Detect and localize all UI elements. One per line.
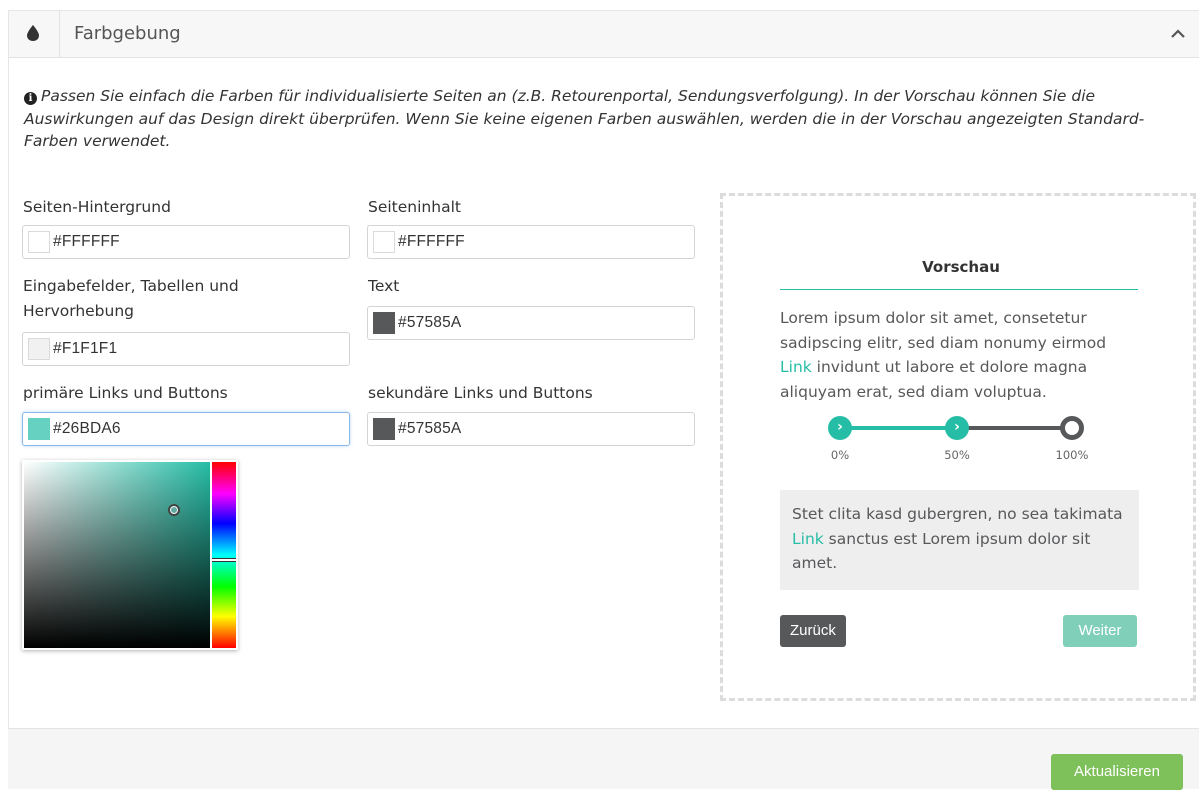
preview-text: Lorem ipsum dolor sit amet, consetetur s… (780, 306, 1110, 404)
text-color-swatch[interactable] (373, 312, 395, 334)
progress-step-100-circle-icon (1060, 416, 1084, 440)
back-button[interactable]: Zurück (780, 615, 846, 647)
panel-footer: Aktualisieren (8, 728, 1199, 790)
saturation-value-area[interactable] (24, 462, 210, 648)
inputs-tables-label-line1: Eingabefelder, Tabellen und (23, 277, 239, 295)
page-background-field[interactable]: #FFFFFF (22, 225, 350, 259)
next-button[interactable]: Weiter (1063, 615, 1137, 647)
inputs-tables-field[interactable]: #F1F1F1 (22, 332, 350, 366)
secondary-links-field[interactable]: #57585A (367, 412, 695, 446)
page-background-swatch[interactable] (28, 231, 50, 253)
header-icon-box (9, 11, 60, 57)
update-button[interactable]: Aktualisieren (1051, 754, 1183, 790)
preview-box-text-part2: sanctus est Lorem ipsum dolor sit amet. (792, 529, 1091, 573)
text-color-value: #57585A (398, 314, 462, 331)
progress-step-0-chevron-icon: › (828, 416, 852, 440)
chevron-up-icon[interactable] (1170, 27, 1186, 39)
drop-icon (27, 25, 39, 41)
inputs-tables-value: #F1F1F1 (53, 340, 118, 357)
preview-title: Vorschau (922, 258, 1000, 276)
preview-text-part2: invidunt ut labore et dolore magna aliqu… (780, 358, 1088, 401)
info-icon: i (24, 92, 37, 105)
preview-divider (780, 289, 1138, 290)
color-picker[interactable] (22, 460, 238, 650)
progress-step-50-chevron-icon: › (945, 416, 969, 440)
panel-header[interactable]: Farbgebung (9, 11, 1199, 58)
text-color-label: Text (368, 277, 400, 295)
progress-label-100: 100% (1055, 448, 1089, 462)
panel-title: Farbgebung (74, 23, 181, 44)
secondary-links-swatch[interactable] (373, 418, 395, 440)
progress-bar-done (843, 426, 961, 430)
progress-label-50: 50% (944, 448, 970, 462)
page-content-swatch[interactable] (373, 231, 395, 253)
preview-link[interactable]: Link (780, 358, 812, 376)
primary-links-label: primäre Links und Buttons (23, 384, 228, 402)
page-background-label: Seiten-Hintergrund (23, 198, 171, 216)
preview-panel: Vorschau Lorem ipsum dolor sit amet, con… (720, 193, 1196, 701)
primary-links-field[interactable]: #26BDA6 (22, 412, 350, 446)
info-text: Passen Sie einfach die Farben für indivi… (24, 87, 1145, 150)
secondary-links-value: #57585A (398, 420, 462, 437)
page-content-value: #FFFFFF (398, 233, 465, 250)
primary-links-swatch[interactable] (28, 418, 50, 440)
page-background-value: #FFFFFF (53, 233, 120, 250)
preview-text-part1: Lorem ipsum dolor sit amet, consetetur s… (780, 309, 1107, 352)
primary-links-value: #26BDA6 (53, 420, 121, 437)
text-color-field[interactable]: #57585A (367, 306, 695, 340)
page-content-label: Seiteninhalt (368, 198, 461, 216)
preview-box-link[interactable]: Link (792, 530, 824, 548)
inputs-tables-swatch[interactable] (28, 338, 50, 360)
progress-label-0: 0% (830, 448, 850, 462)
page-content-field[interactable]: #FFFFFF (367, 225, 695, 259)
info-text-block: i Passen Sie einfach die Farben für indiv… (24, 85, 1189, 153)
preview-box-text-part1: Stet clita kasd gubergren, no sea takima… (792, 505, 1123, 523)
hue-slider-handle[interactable] (212, 558, 236, 562)
preview-progress: › › 0% 50% 100% (823, 416, 1093, 466)
saturation-value-handle[interactable] (168, 504, 180, 516)
hue-slider[interactable] (212, 462, 236, 648)
secondary-links-label: sekundäre Links und Buttons (368, 384, 593, 402)
inputs-tables-label-line2: Hervorhebung (23, 302, 135, 320)
preview-highlight-box: Stet clita kasd gubergren, no sea takima… (780, 490, 1139, 590)
